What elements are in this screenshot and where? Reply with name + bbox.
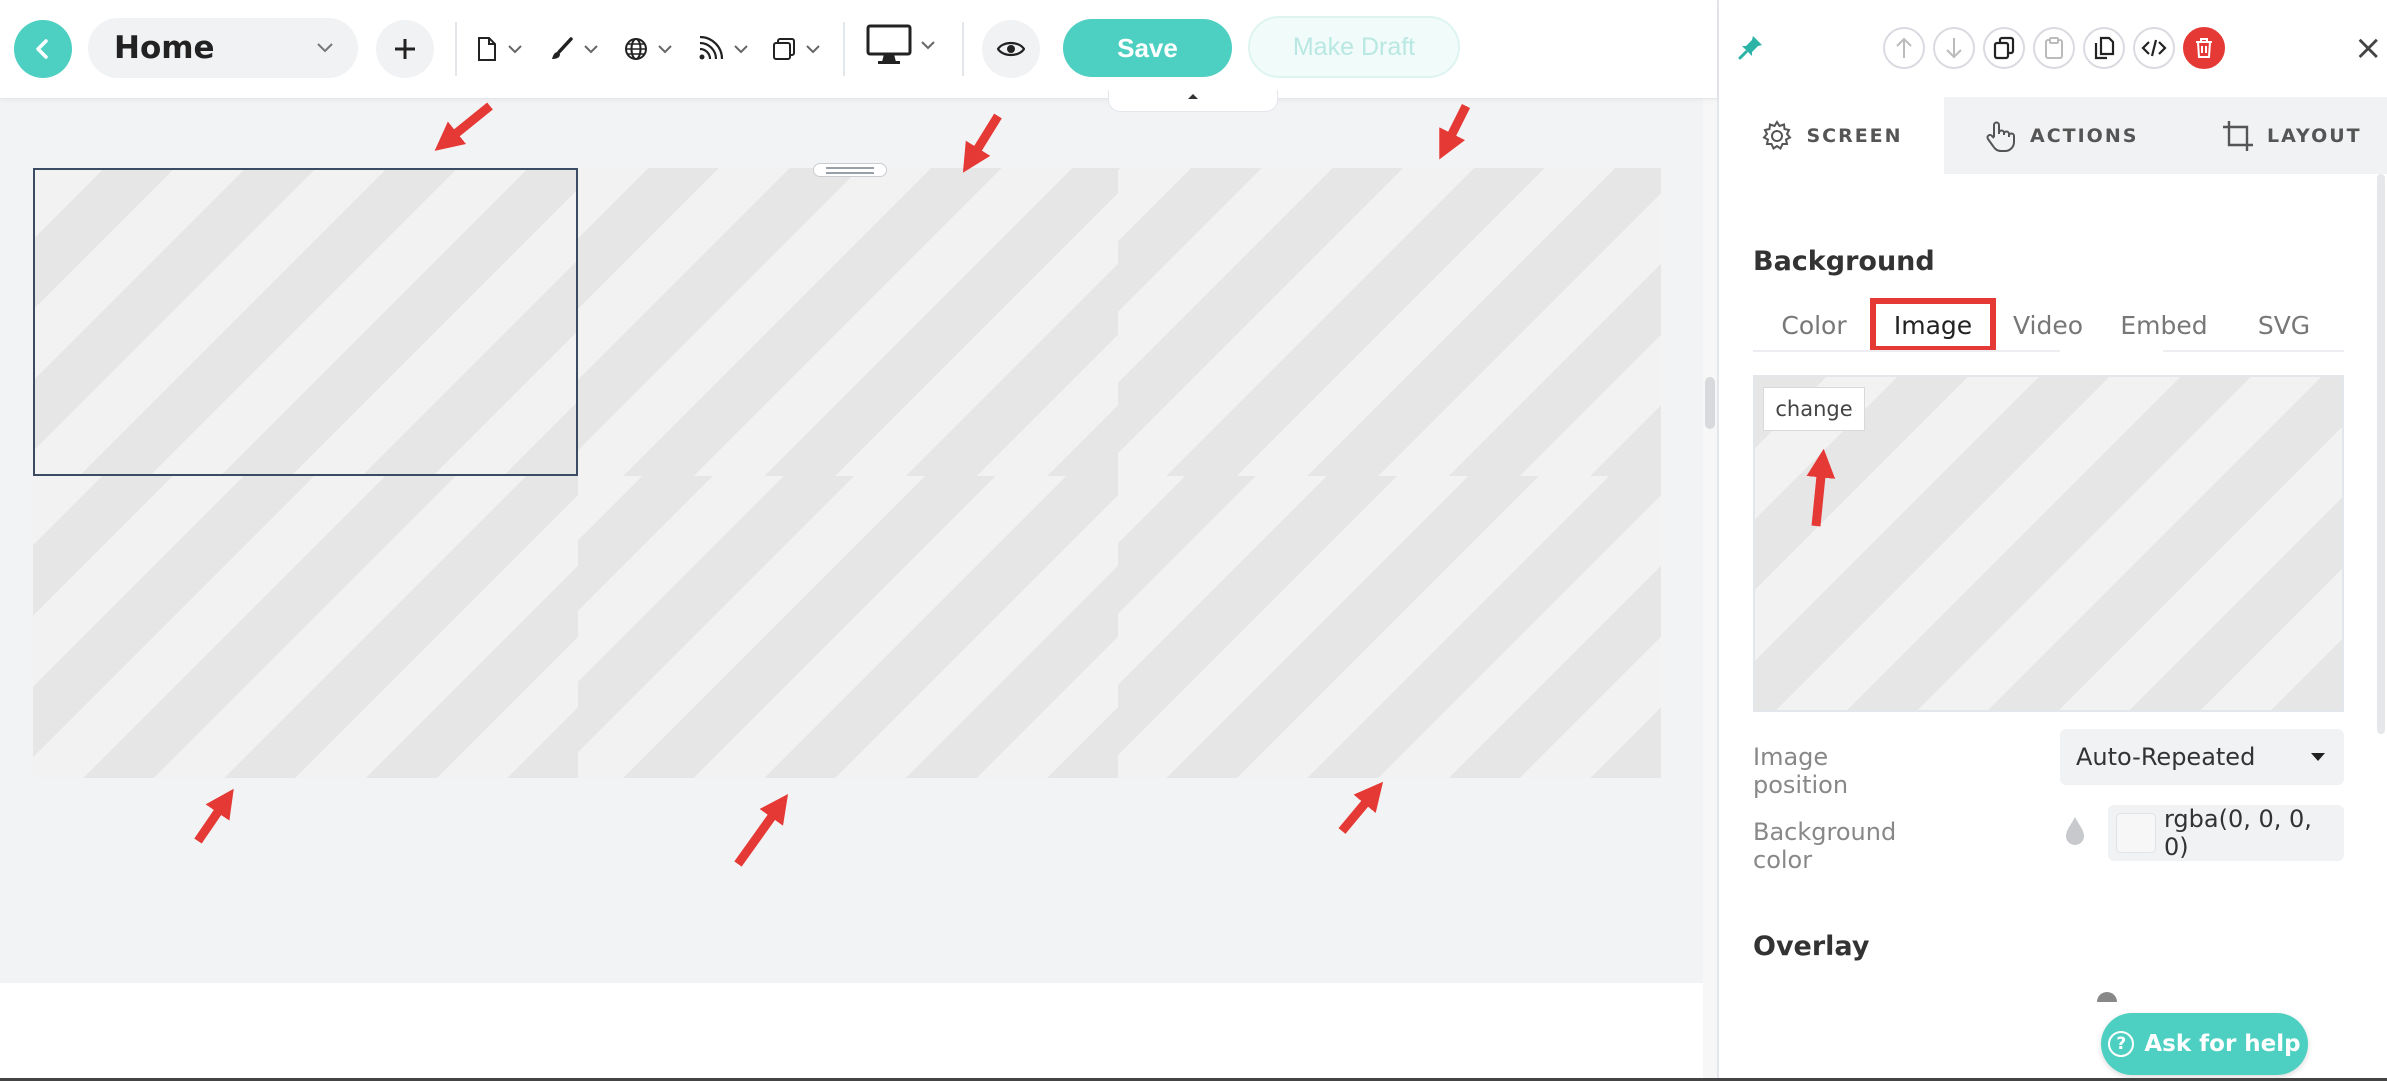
- chevron-down-icon: [508, 45, 522, 54]
- bg-tab-color[interactable]: Color: [1772, 298, 1856, 352]
- scrollbar-thumb[interactable]: [2377, 174, 2385, 734]
- canvas-scrollbar[interactable]: [1703, 99, 1717, 1078]
- page-select-value: Home: [114, 30, 215, 66]
- chevron-down-icon: [734, 45, 748, 54]
- change-image-button[interactable]: change: [1763, 387, 1865, 431]
- brush-icon: [552, 37, 573, 59]
- grid-cell[interactable]: [1118, 476, 1661, 778]
- arrow-up-icon: [1896, 37, 1912, 58]
- move-up-button[interactable]: [1883, 27, 1925, 69]
- arrow-down-icon: [1946, 38, 1962, 59]
- save-button[interactable]: Save: [1063, 19, 1232, 77]
- top-toolbar: Home Save Make Draft: [0, 0, 1717, 99]
- tab-layout[interactable]: LAYOUT: [2221, 97, 2362, 174]
- move-down-button[interactable]: [1933, 27, 1975, 69]
- make-draft-button[interactable]: Make Draft: [1248, 16, 1460, 78]
- toolbar-divider: [455, 22, 457, 76]
- image-position-value: Auto-Repeated: [2076, 743, 2256, 771]
- tab-actions-label: ACTIONS: [2030, 124, 2139, 147]
- background-color-label: Background color: [1753, 818, 1897, 874]
- page-select[interactable]: Home: [88, 18, 358, 78]
- clipboard-icon: [2045, 37, 2063, 59]
- resize-handle[interactable]: [813, 163, 887, 177]
- tab-actions[interactable]: ACTIONS: [1984, 97, 2138, 174]
- droplet-icon[interactable]: [2063, 815, 2087, 847]
- back-button[interactable]: [14, 20, 72, 78]
- monitor-icon: [866, 24, 912, 64]
- copy-icon: [773, 38, 795, 60]
- chevron-down-icon: [658, 45, 672, 54]
- web-settings-dropdown[interactable]: [623, 28, 673, 70]
- collapse-toolbar-tab[interactable]: [1108, 90, 1278, 112]
- layers-dropdown[interactable]: [771, 28, 821, 70]
- code-button[interactable]: [2133, 27, 2175, 69]
- code-icon: [2141, 39, 2167, 57]
- grid-cell[interactable]: [1118, 168, 1661, 476]
- hand-pointer-icon: [1986, 121, 2015, 152]
- chevron-down-icon: [806, 45, 820, 54]
- canvas-footer: [0, 983, 1703, 1078]
- chevron-down-icon: [584, 45, 598, 54]
- question-icon: ?: [2108, 1031, 2135, 1057]
- add-page-button[interactable]: [376, 20, 434, 78]
- bg-tab-video[interactable]: Video: [2005, 298, 2091, 352]
- duplicate-button[interactable]: [1983, 27, 2025, 69]
- editor-app: { "toolbar": { "page_name": "Home", "sav…: [0, 0, 2387, 1081]
- toolbar-divider: [843, 22, 845, 76]
- page-settings-dropdown[interactable]: [475, 28, 523, 70]
- trash-icon: [2196, 38, 2212, 58]
- background-image-preview: change: [1753, 375, 2344, 712]
- grid-cell-selected[interactable]: [33, 168, 578, 476]
- background-color-field[interactable]: rgba(0, 0, 0, 0): [2108, 805, 2344, 861]
- rss-icon: [699, 36, 724, 60]
- bg-tab-embed[interactable]: Embed: [2116, 298, 2212, 352]
- pin-icon[interactable]: [1737, 33, 1765, 61]
- paste-style-button[interactable]: [2083, 27, 2125, 69]
- grid-cell[interactable]: [578, 476, 1118, 778]
- paste-button[interactable]: [2033, 27, 2075, 69]
- file-icon: [478, 37, 496, 61]
- ask-for-help-button[interactable]: ? Ask for help: [2101, 1013, 2308, 1075]
- panel-header: ×: [1719, 0, 2387, 97]
- gear-icon: [1762, 119, 1793, 150]
- bg-tab-svg[interactable]: SVG: [2238, 298, 2330, 352]
- crop-icon: [2223, 120, 2253, 151]
- caret-down-icon: [2311, 753, 2325, 761]
- copy-file-icon: [2094, 36, 2115, 60]
- image-grid: [33, 168, 1661, 778]
- chevron-down-icon: [317, 43, 333, 53]
- background-heading: Background: [1753, 246, 1935, 277]
- caret-up-icon: [1188, 94, 1198, 99]
- eye-icon: [997, 41, 1025, 57]
- device-dropdown[interactable]: [866, 24, 936, 66]
- scrollbar-thumb[interactable]: [1705, 377, 1715, 429]
- grid-cell[interactable]: [578, 168, 1118, 476]
- tab-layout-label: LAYOUT: [2267, 124, 2362, 147]
- chevron-down-icon: [921, 41, 935, 50]
- globe-icon: [625, 38, 647, 60]
- help-label: Ask for help: [2144, 1031, 2301, 1057]
- preview-button[interactable]: [982, 20, 1040, 78]
- background-color-value: rgba(0, 0, 0, 0): [2163, 805, 2312, 861]
- plus-icon: [395, 39, 415, 59]
- tab-screen-label: SCREEN: [1806, 124, 1903, 147]
- tab-screen[interactable]: SCREEN: [1719, 97, 1944, 174]
- image-position-select[interactable]: Auto-Repeated: [2060, 729, 2344, 785]
- delete-button[interactable]: [2183, 27, 2225, 69]
- grid-cell[interactable]: [33, 476, 578, 778]
- chevron-left-icon: [36, 39, 48, 59]
- overlay-heading: Overlay: [1753, 931, 1870, 962]
- panel-tabs: SCREEN ACTIONS LAYOUT: [1719, 97, 2387, 174]
- color-swatch[interactable]: [2116, 813, 2156, 853]
- bg-tab-image[interactable]: Image: [1870, 298, 1996, 352]
- copy-icon: [1993, 36, 2015, 60]
- panel-scrollbar[interactable]: [2376, 174, 2387, 1078]
- toolbar-divider: [962, 22, 964, 76]
- close-panel-button[interactable]: ×: [2354, 28, 2383, 68]
- image-position-label: Image position: [1753, 743, 1849, 799]
- feed-dropdown[interactable]: [697, 28, 749, 70]
- style-dropdown[interactable]: [549, 28, 599, 70]
